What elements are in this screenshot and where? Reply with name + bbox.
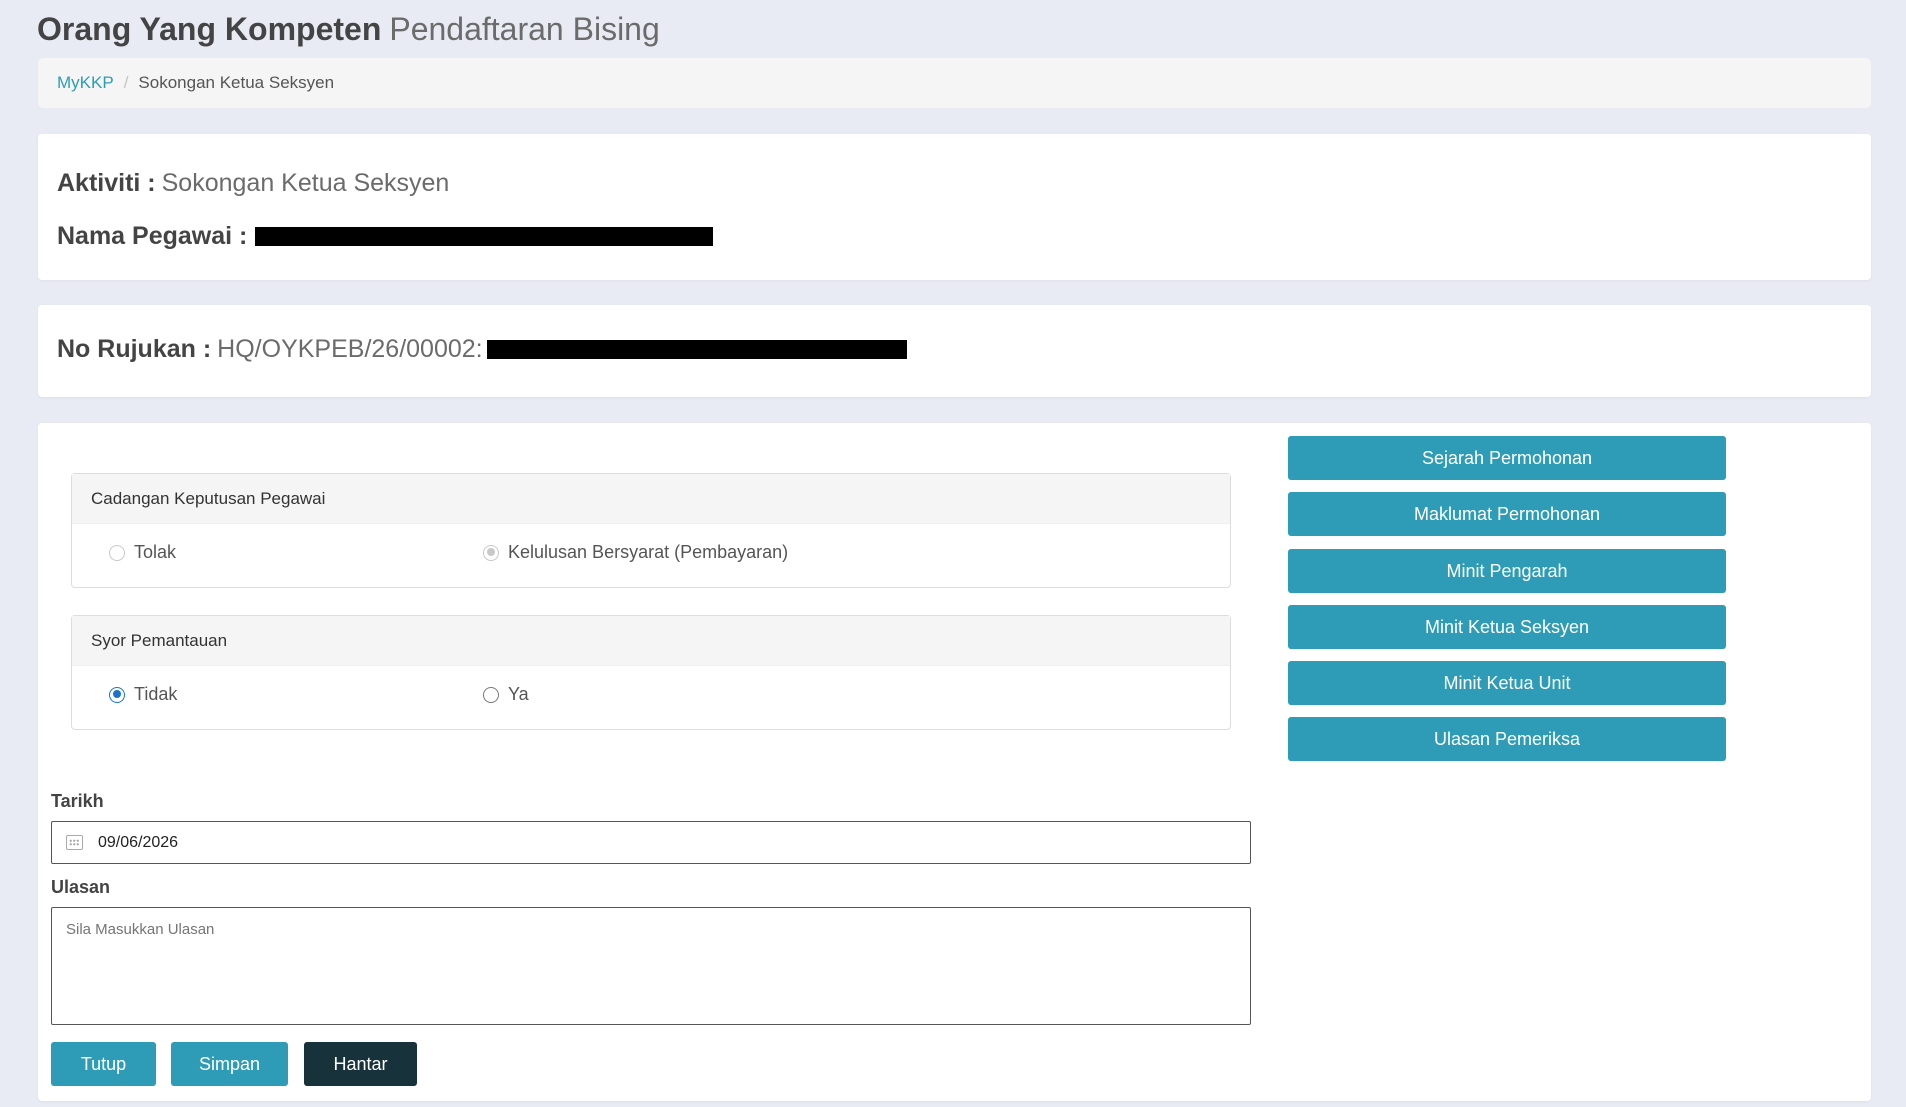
aktiviti-line: Aktiviti : Sokongan Ketua Seksyen: [57, 169, 449, 198]
ulasan-textarea[interactable]: [51, 907, 1251, 1025]
radio-tidak-label: Tidak: [134, 684, 178, 704]
radio-ya-label: Ya: [508, 684, 529, 704]
radio-ya[interactable]: Ya: [483, 684, 529, 705]
sejarah-permohonan-button[interactable]: Sejarah Permohonan: [1288, 436, 1726, 480]
decision-card: Cadangan Keputusan Pegawai Tolak Kelulus…: [38, 423, 1871, 1101]
simpan-button[interactable]: Simpan: [171, 1042, 288, 1086]
page-title-sub: Pendaftaran Bising: [389, 11, 660, 47]
breadcrumb-current: Sokongan Ketua Seksyen: [138, 73, 335, 92]
redacted-reference-block: [486, 340, 907, 359]
reference-card: No Rujukan : HQ/OYKPEB/26/00002:: [38, 305, 1871, 397]
tarikh-date-input[interactable]: 09/06/2026: [51, 821, 1251, 864]
radio-tolak-circle[interactable]: [109, 544, 125, 561]
radio-tidak-circle[interactable]: [109, 686, 125, 703]
aktiviti-value: Sokongan Ketua Seksyen: [161, 169, 450, 197]
tutup-button[interactable]: Tutup: [51, 1042, 156, 1086]
breadcrumb-home-link[interactable]: MyKKP: [57, 73, 114, 93]
page-title-main: Orang Yang Kompeten: [37, 11, 382, 47]
ulasan-label: Ulasan: [51, 877, 111, 897]
redacted-name-block: [255, 227, 714, 246]
calendar-icon[interactable]: [66, 835, 83, 850]
no-rujukan-value: HQ/OYKPEB/26/00002:: [217, 335, 483, 363]
no-rujukan-label: No Rujukan :: [57, 335, 212, 363]
ulasan-pemeriksa-button[interactable]: Ulasan Pemeriksa: [1288, 717, 1726, 761]
breadcrumb-separator: /: [123, 73, 129, 92]
cadangan-panel-title: Cadangan Keputusan Pegawai: [72, 474, 1230, 524]
syor-panel: Syor Pemantauan Tidak Ya: [71, 615, 1231, 730]
radio-kelulusan-bersyarat[interactable]: Kelulusan Bersyarat (Pembayaran): [483, 542, 788, 563]
cadangan-panel: Cadangan Keputusan Pegawai Tolak Kelulus…: [71, 473, 1231, 588]
radio-tidak[interactable]: Tidak: [109, 684, 177, 705]
minit-pengarah-button[interactable]: Minit Pengarah: [1288, 549, 1726, 593]
radio-ya-circle[interactable]: [483, 686, 499, 703]
minit-ketua-unit-button[interactable]: Minit Ketua Unit: [1288, 661, 1726, 705]
tarikh-label: Tarikh: [51, 791, 104, 811]
nama-pegawai-line: Nama Pegawai :: [57, 222, 714, 251]
aktiviti-label: Aktiviti :: [57, 169, 156, 197]
radio-kelulusan-bersyarat-circle[interactable]: [483, 544, 499, 561]
breadcrumb: MyKKP / Sokongan Ketua Seksyen: [38, 58, 1871, 108]
activity-card: Aktiviti : Sokongan Ketua Seksyen Nama P…: [38, 134, 1871, 280]
tarikh-value: 09/06/2026: [98, 833, 179, 851]
page-title: Orang Yang Kompeten Pendaftaran Bising: [37, 8, 660, 50]
radio-tolak-label: Tolak: [134, 542, 177, 562]
minit-ketua-seksyen-button[interactable]: Minit Ketua Seksyen: [1288, 605, 1726, 649]
syor-panel-title: Syor Pemantauan: [72, 616, 1230, 666]
radio-kelulusan-bersyarat-label: Kelulusan Bersyarat (Pembayaran): [508, 542, 789, 562]
hantar-button[interactable]: Hantar: [304, 1042, 417, 1086]
maklumat-permohonan-button[interactable]: Maklumat Permohonan: [1288, 492, 1726, 536]
nama-pegawai-label: Nama Pegawai :: [57, 222, 248, 250]
no-rujukan-line: No Rujukan : HQ/OYKPEB/26/00002:: [57, 335, 907, 364]
radio-tolak[interactable]: Tolak: [109, 542, 176, 563]
